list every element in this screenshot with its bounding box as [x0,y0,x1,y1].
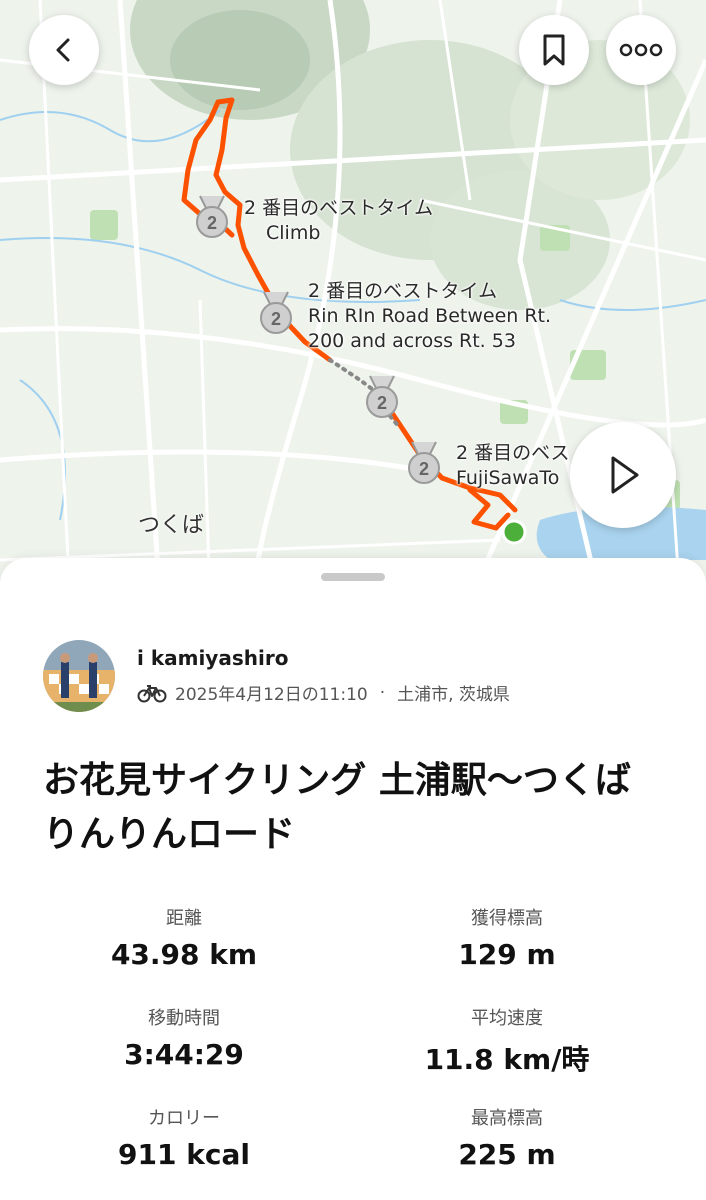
more-button[interactable] [606,15,676,85]
route-map[interactable]: 2 2 2 2 2 番目のベストタイム Climb 2 番目のベストタイム Ri… [0,0,706,600]
stat-label: 平均速度 [471,1008,543,1029]
stat-value: 11.8 km/時 [424,1043,590,1076]
segment-medal[interactable]: 2 [192,194,232,240]
segment-label: 2 番目のベストタイム Climb [244,197,434,244]
svg-text:2: 2 [207,213,217,233]
activity-title: お花見サイクリング 土浦駅〜つくばりんりんロード [43,760,631,855]
stat-value: 225 m [458,1138,556,1171]
svg-text:2: 2 [271,309,281,329]
stat-value: 43.98 km [110,938,258,971]
segment-label: 2 番目のベス FujiSawaTo [456,442,570,489]
bookmark-icon [543,34,565,66]
stat-label: 最高標高 [471,1108,543,1129]
svg-text:2: 2 [377,393,387,413]
bookmark-button[interactable] [519,15,589,85]
play-flyover-button[interactable] [570,422,676,528]
athlete-name[interactable]: i kamiyashiro [137,646,288,670]
stat-distance: 距離 43.98 km [34,904,334,971]
activity-datetime: 2025年4月12日の11:10 [175,685,368,705]
stat-value: 911 kcal [118,1138,250,1171]
stat-value: 3:44:29 [124,1038,244,1071]
avatar[interactable] [43,640,115,712]
stat-label: 距離 [166,908,202,929]
more-dots-icon [619,43,663,57]
town-label: つくば [138,513,205,538]
chevron-left-icon [56,38,70,62]
meta-separator: · [379,682,386,703]
activity-location: 土浦市, 茨城県 [397,685,510,705]
stat-calories: カロリー 911 kcal [34,1104,334,1171]
stat-label: 獲得標高 [471,908,543,929]
back-button[interactable] [29,15,99,85]
segment-medal[interactable]: 2 [404,440,444,486]
stat-moving-time: 移動時間 3:44:29 [34,1004,334,1071]
end-marker [501,519,527,545]
play-icon [611,456,639,494]
stat-elevation-gain: 獲得標高 129 m [357,904,657,971]
stat-value: 129 m [458,938,556,971]
activity-sheet: i kamiyashiro 2025年4月12日の11:10 · 土浦市, 茨城… [0,558,706,1200]
stat-avg-speed: 平均速度 11.8 km/時 [357,1004,657,1078]
stat-max-elevation: 最高標高 225 m [357,1104,657,1171]
sheet-handle[interactable] [321,573,385,581]
stat-label: 移動時間 [148,1008,220,1029]
svg-text:2: 2 [419,459,429,479]
stat-label: カロリー [148,1108,220,1129]
activity-meta: 2025年4月12日の11:10 · 土浦市, 茨城県 [137,680,510,705]
segment-medal[interactable]: 2 [256,290,296,336]
bike-icon [137,684,167,702]
segment-label: 2 番目のベストタイム Rin RIn Road Between Rt. 200… [308,280,552,352]
segment-medal[interactable]: 2 [362,374,402,420]
